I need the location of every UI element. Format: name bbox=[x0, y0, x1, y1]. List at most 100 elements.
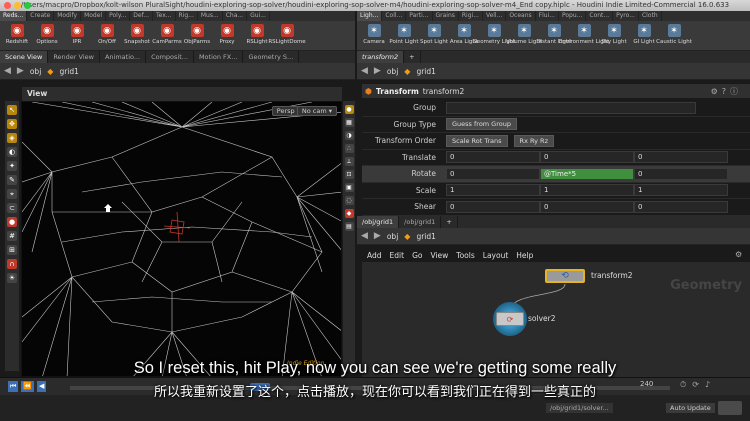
sky-light-tool-button[interactable]: ✶ Sky Light bbox=[599, 21, 629, 50]
right-shelf-tab[interactable]: Popu... bbox=[559, 11, 587, 21]
right-shelf-tab[interactable]: Oceans bbox=[506, 11, 536, 21]
pose-tool-icon[interactable]: ✦ bbox=[7, 161, 17, 171]
template-icon[interactable]: ▣ bbox=[344, 183, 354, 192]
left-pane-tab[interactable]: Animatio... bbox=[100, 51, 147, 63]
proxy-tool-button[interactable]: ◉ Proxy bbox=[212, 21, 242, 50]
wireframe-icon[interactable]: ▦ bbox=[344, 118, 354, 127]
left-pane-tab[interactable]: Render View bbox=[48, 51, 100, 63]
group-type-dropdown[interactable]: Guess from Group bbox=[446, 118, 517, 131]
gi-light-tool-button[interactable]: ✶ GI Light bbox=[629, 21, 659, 50]
select-tool-icon[interactable]: ↖ bbox=[7, 105, 17, 115]
solver2-node[interactable]: ⟳ bbox=[496, 312, 524, 326]
ghost-icon[interactable]: ◌ bbox=[344, 196, 354, 205]
param-path-obj[interactable]: obj bbox=[387, 67, 398, 76]
right-shelf-tab[interactable]: Rigi... bbox=[459, 11, 483, 21]
node-name-field[interactable]: transform2 bbox=[423, 87, 465, 96]
add-network-tab-icon[interactable]: + bbox=[441, 216, 458, 228]
right-shelf-tab[interactable]: Grains bbox=[433, 11, 459, 21]
tab-network-1[interactable]: /obj/grid1 bbox=[357, 216, 400, 228]
scale-x-field[interactable]: 1 bbox=[446, 184, 540, 197]
transform2-node[interactable]: ⟲ bbox=[545, 269, 585, 283]
point-light-tool-button[interactable]: ✶ Point Light bbox=[389, 21, 419, 50]
onoff-tool-button[interactable]: ◉ On/Off bbox=[92, 21, 122, 50]
left-shelf-tab[interactable]: Def... bbox=[130, 11, 153, 21]
left-shelf-tab[interactable]: Cha... bbox=[223, 11, 248, 21]
rotate-order-dropdown[interactable]: Rx Ry Rz bbox=[513, 134, 554, 147]
grid-tool-icon[interactable]: # bbox=[7, 231, 17, 241]
rotate-y-expression-field[interactable]: @Time*5 bbox=[540, 167, 634, 180]
record-tool-icon[interactable]: ● bbox=[7, 217, 17, 227]
rslightdome-tool-button[interactable]: ◉ RSLightDome bbox=[268, 21, 306, 50]
network-path-obj[interactable]: obj bbox=[387, 232, 398, 241]
volume-light-tool-button[interactable]: ✶ Volume Light bbox=[506, 21, 542, 50]
snapshot-tool-button[interactable]: ◉ Snapshot bbox=[122, 21, 152, 50]
network-menu-item[interactable]: Layout bbox=[483, 251, 509, 260]
network-toolbar-icons[interactable]: ⚙ bbox=[735, 250, 747, 259]
auto-update-button[interactable]: Auto Update bbox=[666, 403, 715, 413]
status-network-path[interactable]: /obj/grid1/solver... bbox=[546, 403, 613, 413]
shear-z-field[interactable]: 0 bbox=[634, 200, 728, 213]
network-menu-item[interactable]: Go bbox=[412, 251, 422, 260]
distant-light-tool-button[interactable]: ✶ Distant Light bbox=[536, 21, 572, 50]
snap-tool-icon[interactable]: ⌖ bbox=[7, 189, 17, 199]
right-shelf-tab[interactable]: Cloth bbox=[639, 11, 662, 21]
transform-order-dropdown[interactable]: Scale Rot Trans bbox=[446, 134, 508, 147]
close-window-icon[interactable] bbox=[4, 2, 11, 9]
tab-network-2[interactable]: /obj/grid1 bbox=[399, 216, 442, 228]
right-shelf-tab[interactable]: Ligh... bbox=[357, 11, 383, 21]
right-shelf-tab[interactable]: Parti... bbox=[406, 11, 433, 21]
path-node[interactable]: grid1 bbox=[59, 67, 78, 76]
caustic-light-tool-button[interactable]: ✶ Caustic Light bbox=[656, 21, 692, 50]
measure-tool-icon[interactable]: ⊞ bbox=[7, 245, 17, 255]
camera-tool-button[interactable]: ✶ Camera bbox=[359, 21, 389, 50]
lock-icon[interactable]: ● bbox=[344, 105, 354, 114]
group-field[interactable] bbox=[446, 101, 696, 114]
scene-viewport[interactable]: Persp ▾ No cam ▾ Indie Edition bbox=[21, 101, 342, 377]
zoom-window-icon[interactable] bbox=[24, 2, 31, 9]
points-icon[interactable]: ∴ bbox=[344, 144, 354, 153]
brush-tool-icon[interactable]: ✎ bbox=[7, 175, 17, 185]
rotate-z-field[interactable]: 0 bbox=[634, 167, 728, 180]
left-shelf-tab[interactable]: Gui... bbox=[247, 11, 270, 21]
handle-tool-icon[interactable]: ◈ bbox=[7, 133, 17, 143]
network-menu-item[interactable]: Add bbox=[367, 251, 382, 260]
left-pane-tab[interactable]: Geometry S... bbox=[243, 51, 300, 63]
forward-arrow-icon[interactable]: ▶ bbox=[17, 66, 24, 76]
translate-y-field[interactable]: 0 bbox=[540, 151, 634, 164]
view-tool-icon[interactable]: ◐ bbox=[7, 147, 17, 157]
network-path-node[interactable]: grid1 bbox=[416, 232, 435, 241]
param-path-node[interactable]: grid1 bbox=[416, 67, 435, 76]
camparms-tool-button[interactable]: ◉ CamParms bbox=[152, 21, 182, 50]
param-header-icons[interactable]: ⚙?ⓘ bbox=[711, 86, 742, 97]
bg-icon[interactable]: ▤ bbox=[344, 222, 354, 231]
left-pane-tab[interactable]: Composit... bbox=[146, 51, 194, 63]
redshift-tool-button[interactable]: ◉ Redshift bbox=[2, 21, 32, 50]
tab-transform2[interactable]: transform2 bbox=[357, 51, 405, 63]
options-tool-button[interactable]: ◉ Options bbox=[32, 21, 62, 50]
left-shelf-tab[interactable]: Reds... bbox=[0, 11, 28, 21]
right-shelf-tab[interactable]: Flui... bbox=[536, 11, 559, 21]
left-shelf-tab[interactable]: Poly... bbox=[106, 11, 131, 21]
right-shelf-tab[interactable]: Cont... bbox=[586, 11, 614, 21]
objparms-tool-button[interactable]: ◉ ObjParms bbox=[182, 21, 212, 50]
area-light-tool-button[interactable]: ✶ Area Light bbox=[449, 21, 479, 50]
spot-light-tool-button[interactable]: ✶ Spot Light bbox=[419, 21, 449, 50]
translate-z-field[interactable]: 0 bbox=[634, 151, 728, 164]
translate-x-field[interactable]: 0 bbox=[446, 151, 540, 164]
ipr-tool-button[interactable]: ◉ IPR bbox=[62, 21, 92, 50]
shear-y-field[interactable]: 0 bbox=[540, 200, 634, 213]
no-cam-dropdown[interactable]: No cam ▾ bbox=[296, 106, 337, 116]
back-arrow-icon[interactable]: ◀ bbox=[4, 66, 11, 76]
guide-icon[interactable]: ⊡ bbox=[344, 170, 354, 179]
left-pane-tab[interactable]: Scene View bbox=[0, 51, 49, 63]
light-tool-icon[interactable]: ☀ bbox=[7, 273, 17, 283]
minimize-window-icon[interactable] bbox=[14, 2, 21, 9]
left-shelf-tab[interactable]: Model bbox=[81, 11, 107, 21]
network-back-arrow-icon[interactable]: ◀ bbox=[361, 231, 368, 241]
geometry-light-tool-button[interactable]: ✶ Geometry Light bbox=[473, 21, 515, 50]
left-shelf-tab[interactable]: Modify bbox=[54, 11, 82, 21]
right-shelf-tab[interactable]: Coll... bbox=[382, 11, 407, 21]
left-shelf-tab[interactable]: Tex... bbox=[153, 11, 176, 21]
param-back-arrow-icon[interactable]: ◀ bbox=[361, 66, 368, 76]
rotate-x-field[interactable]: 0 bbox=[446, 167, 540, 180]
